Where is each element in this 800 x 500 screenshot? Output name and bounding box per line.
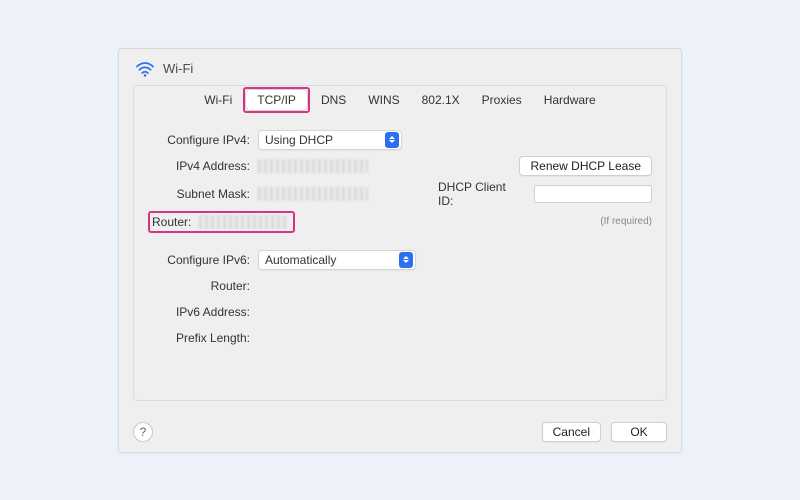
tcpip-form: Configure IPv4: Using DHCP IPv4 Address:… <box>134 120 666 350</box>
tab-dns[interactable]: DNS <box>310 90 357 110</box>
highlight-router-row: Router: <box>148 211 295 233</box>
footer: ? Cancel OK <box>133 422 667 442</box>
configure-ipv6-value: Automatically <box>265 253 336 267</box>
updown-caret-icon <box>399 252 413 268</box>
subnet-mask-label: Subnet Mask: <box>148 187 258 201</box>
settings-panel: Wi-Fi TCP/IP DNS WINS 802.1X Proxies Har… <box>133 85 667 401</box>
configure-ipv4-label: Configure IPv4: <box>148 133 258 147</box>
tab-hardware[interactable]: Hardware <box>533 90 607 110</box>
tab-wins[interactable]: WINS <box>357 90 410 110</box>
ipv4-address-value-redacted <box>258 159 368 173</box>
configure-ipv6-select[interactable]: Automatically <box>258 250 416 270</box>
ipv6-router-label: Router: <box>148 279 258 293</box>
dhcp-client-id-input[interactable] <box>534 185 652 203</box>
ipv4-router-label: Router: <box>152 215 191 229</box>
configure-ipv6-label: Configure IPv6: <box>148 253 258 267</box>
wifi-icon <box>135 61 155 77</box>
tab-wifi[interactable]: Wi-Fi <box>193 90 243 110</box>
highlight-tcpip-tab: TCP/IP <box>243 87 310 113</box>
dhcp-client-id-label: DHCP Client ID: <box>438 180 528 208</box>
renew-dhcp-lease-button[interactable]: Renew DHCP Lease <box>519 156 652 176</box>
window-header: Wi-Fi <box>133 59 667 85</box>
subnet-mask-value-redacted <box>258 187 368 201</box>
ok-button[interactable]: OK <box>611 422 667 442</box>
configure-ipv4-value: Using DHCP <box>265 133 333 147</box>
window-title: Wi-Fi <box>163 61 193 76</box>
ipv4-address-label: IPv4 Address: <box>148 159 258 173</box>
prefix-length-label: Prefix Length: <box>148 331 258 345</box>
ipv4-router-value-redacted <box>199 215 289 229</box>
dhcp-client-id-hint: (If required) <box>600 216 652 227</box>
tab-bar: Wi-Fi TCP/IP DNS WINS 802.1X Proxies Har… <box>134 85 666 119</box>
updown-caret-icon <box>385 132 399 148</box>
help-button[interactable]: ? <box>133 422 153 442</box>
tab-proxies[interactable]: Proxies <box>471 90 533 110</box>
ipv6-address-label: IPv6 Address: <box>148 305 258 319</box>
configure-ipv4-select[interactable]: Using DHCP <box>258 130 402 150</box>
network-settings-window: Wi-Fi Wi-Fi TCP/IP DNS WINS 802.1X Proxi… <box>118 48 682 453</box>
cancel-button[interactable]: Cancel <box>542 422 601 442</box>
tab-8021x[interactable]: 802.1X <box>411 90 471 110</box>
tab-tcpip[interactable]: TCP/IP <box>246 90 307 110</box>
